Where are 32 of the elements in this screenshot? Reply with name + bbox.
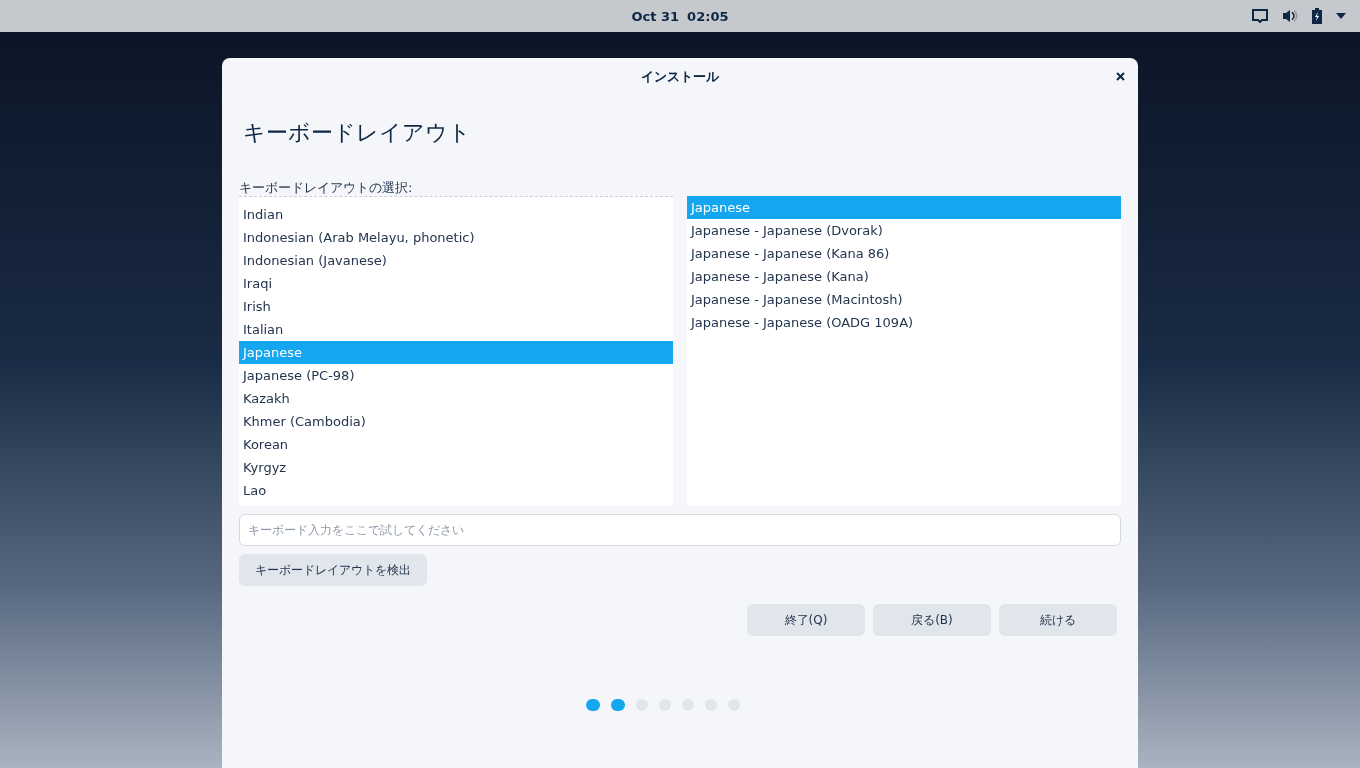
quit-button[interactable]: 終了(Q) [747,604,865,636]
continue-button[interactable]: 続ける [999,604,1117,636]
layout-item[interactable]: Italian [239,318,673,341]
close-icon[interactable] [1116,72,1125,81]
layout-label: キーボードレイアウトの選択: [239,179,414,196]
clock-time[interactable]: 02:05 [687,8,729,24]
page-heading: キーボードレイアウト [242,119,472,147]
caret-icon[interactable] [1336,13,1346,19]
variant-item[interactable]: Japanese - Japanese (Macintosh) [687,288,1121,311]
layout-item[interactable]: Kyrgyz [239,456,673,479]
detect-layout-button[interactable]: キーボードレイアウトを検出 [239,554,427,586]
layout-item[interactable]: Kazakh [239,387,673,410]
layout-item[interactable]: Khmer (Cambodia) [239,410,673,433]
layout-item[interactable]: Irish [239,295,673,318]
layout-item[interactable]: Indonesian (Arab Melayu, phonetic) [239,226,673,249]
variant-item[interactable]: Japanese - Japanese (Dvorak) [687,219,1121,242]
keyboard-test-field[interactable]: キーボード入力をここで試してください [239,514,1121,546]
variant-item[interactable]: Japanese - Japanese (Kana 86) [687,242,1121,265]
volume-icon[interactable] [1282,9,1298,23]
layout-item[interactable]: Indian [239,203,673,226]
window-title: インストール [641,68,719,86]
layout-item[interactable]: Korean [239,433,673,456]
variant-item[interactable]: Japanese - Japanese (OADG 109A) [687,311,1121,334]
back-button[interactable]: 戻る(B) [873,604,991,636]
layout-item[interactable]: Lao [239,479,673,502]
layout-item[interactable]: Iraqi [239,272,673,295]
layout-item[interactable]: Indonesian (Javanese) [239,249,673,272]
display-icon[interactable] [1252,9,1268,23]
layout-item[interactable]: Japanese (PC-98) [239,364,673,387]
clock-date[interactable]: Oct 31 [631,8,680,24]
battery-icon[interactable] [1312,8,1322,24]
variant-item[interactable]: Japanese - Japanese (Kana) [687,265,1121,288]
